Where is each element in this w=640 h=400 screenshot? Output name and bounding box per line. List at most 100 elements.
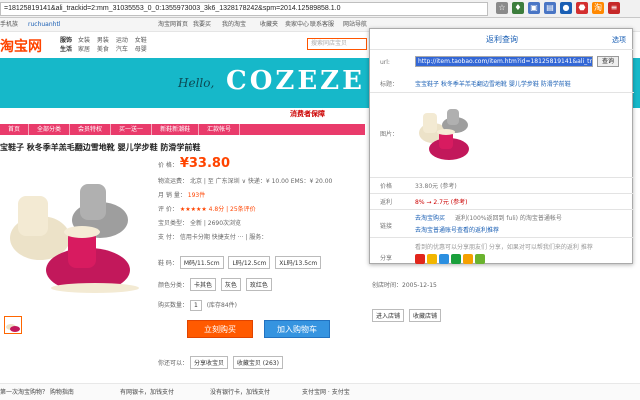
category-link[interactable]: 汽车 <box>116 46 128 53</box>
share-weibo-icon[interactable] <box>415 254 425 264</box>
color-option[interactable]: 灰色 <box>220 278 241 291</box>
rating-value[interactable]: ★★★★★ 4.8分 | 25条评价 <box>180 206 256 213</box>
buy-now-button[interactable]: 立刻购买 <box>187 320 253 338</box>
color-option[interactable]: 卡其色 <box>189 278 216 291</box>
category-link[interactable]: 母婴 <box>135 46 147 53</box>
guide-item[interactable]: 支付宝网 · 支付宝 <box>302 384 350 400</box>
address-bar[interactable]: =18125819141&ali_trackid=2:mm_31035553_0… <box>0 2 488 16</box>
category-link[interactable]: 美食 <box>97 46 109 53</box>
favorite-store-button[interactable]: 收藏店铺 <box>408 309 441 322</box>
popup-divider <box>370 92 634 93</box>
price-row: 价 格： ¥33.80 <box>158 156 230 171</box>
item-title-label: 标题： <box>380 81 399 88</box>
store-menu-item[interactable]: 买一送一 <box>111 124 153 135</box>
store-menu-item[interactable]: 全部分类 <box>29 124 71 135</box>
add-to-cart-button[interactable]: 加入购物车 <box>264 320 330 338</box>
category-link[interactable]: 男装 <box>97 37 109 44</box>
color-label: 颜色分类： <box>158 282 189 289</box>
category-link[interactable]: 女鞋 <box>135 37 147 44</box>
window-icon[interactable]: ▤ <box>544 2 556 14</box>
topnav-link-home[interactable]: 淘宝网首页 <box>158 18 188 32</box>
category-row: 服饰 女装 男装 运动 女鞋 <box>60 36 152 45</box>
guide-item[interactable]: 有网银卡，加钱支付 <box>120 384 174 400</box>
rebate-value: 8% → 2.7元 (参考) <box>415 199 468 206</box>
buy-on-taobao-link[interactable]: 去淘宝购买 <box>415 213 445 222</box>
rebate-popup: 返利查询 选项 url: http://item.taobao.com/item… <box>369 28 634 264</box>
product-thumbnail[interactable] <box>4 316 22 334</box>
item-title-link[interactable]: 宝宝鞋子 秋冬季羊羔毛翻边雪地靴 婴儿学步鞋 防滑学前鞋 <box>415 79 571 88</box>
store-buttons: 进入店铺 收藏店铺 <box>372 309 467 322</box>
store-menu-item[interactable]: 会员特权 <box>70 124 112 135</box>
product-image[interactable] <box>0 160 150 310</box>
cloud-icon[interactable]: ● <box>560 2 572 14</box>
topnav-link-buy[interactable]: 我要买 <box>193 18 211 32</box>
share-renren-icon[interactable] <box>451 254 461 264</box>
store-menu-item[interactable]: 汇款帐号 <box>199 124 241 135</box>
category-head: 生活 <box>60 46 73 53</box>
share-note: 看到的优惠可以分享朋友们 分享，如果对可以帮我们来的返利 推荐 <box>415 244 593 251</box>
store-search-input[interactable]: 搜索同店宝贝 <box>307 38 367 50</box>
options-link[interactable]: 选项 <box>612 35 626 45</box>
topnav-link-service[interactable]: 联系客服 <box>310 18 334 32</box>
guide-item[interactable]: 第一次淘宝购物？ 购物指南 <box>0 384 74 400</box>
category-grid: 服饰 女装 男装 运动 女鞋 生活 家居 美食 汽车 母婴 <box>60 36 152 54</box>
size-row: 鞋 码： M码/11.5cm L码/12.5cm XL码/13.5cm <box>158 256 324 269</box>
share-more-icon[interactable] <box>475 254 485 264</box>
share-qq-icon[interactable] <box>439 254 449 264</box>
shipping-value[interactable]: 北京 | 至 广东深圳 ∨ 快递：¥ 10.00 EMS：¥ 20.00 <box>190 178 332 185</box>
quantity-input[interactable]: 1 <box>189 300 202 311</box>
size-option[interactable]: XL码/13.5cm <box>275 256 322 269</box>
type-row: 宝贝类型： 全新 | 2690次浏览 <box>158 218 241 227</box>
abp-icon[interactable]: ⬣ <box>576 2 588 14</box>
category-link[interactable]: 运动 <box>116 37 128 44</box>
consumer-guarantee-badge[interactable]: 消费者保障 <box>290 109 325 119</box>
enter-store-button[interactable]: 进入店铺 <box>372 309 405 322</box>
store-since: 创店时间：2005-12-15 <box>372 282 437 289</box>
item-image[interactable] <box>415 97 473 167</box>
category-head: 服饰 <box>60 37 73 44</box>
price-label: 价 格： <box>158 162 178 169</box>
type-value: 全新 | 2690次浏览 <box>189 220 242 227</box>
product-title: 宝鞋子 秋冬季羊羔毛翻边雪地靴 婴儿学步鞋 防滑学前鞋 <box>0 143 201 152</box>
rating-label: 评 价： <box>158 206 178 213</box>
taobao-rebate-icon[interactable]: 淘 <box>592 2 604 14</box>
share-qzone-icon[interactable] <box>427 254 437 264</box>
screen-icon[interactable]: ▣ <box>528 2 540 14</box>
category-link[interactable]: 家居 <box>78 46 90 53</box>
share-label: 分享 <box>380 255 393 262</box>
size-label: 鞋 码： <box>158 260 178 267</box>
type-label: 宝贝类型： <box>158 220 189 227</box>
taobao-logo[interactable]: 淘宝网 <box>0 36 42 56</box>
boots-illustration <box>10 184 139 293</box>
quantity-label: 购买数量： <box>158 302 189 309</box>
mobile-link[interactable]: 手机族 <box>0 18 18 32</box>
banner-hello-text: Hello, <box>178 76 215 90</box>
extension-icon[interactable]: ♦ <box>512 2 524 14</box>
store-menu-item[interactable]: 新鞋新潮鞋 <box>152 124 200 135</box>
rebate-recommend-link[interactable]: 去淘宝普通账号查看的返利推荐 <box>415 225 499 234</box>
topnav-link-sitemap[interactable]: 网站导航 <box>343 18 367 32</box>
query-button[interactable]: 查询 <box>597 56 619 67</box>
share-buttons <box>415 254 485 264</box>
price-value: 33.80元 (参考) <box>415 183 457 190</box>
banner-brand-text: COZEZE <box>226 66 365 96</box>
payment-value: 信用卡分期 快捷支付 ··· | 服务： <box>179 234 268 241</box>
username-link[interactable]: ruchuanhtl <box>28 18 60 32</box>
store-menu-item[interactable]: 首页 <box>0 124 30 135</box>
wrench-icon[interactable]: ≡ <box>608 2 620 14</box>
topnav-link-favorites[interactable]: 收藏夹 <box>260 18 278 32</box>
color-option[interactable]: 玫红色 <box>245 278 272 291</box>
star-icon[interactable]: ☆ <box>496 2 508 14</box>
share-kaixin-icon[interactable] <box>463 254 473 264</box>
size-option[interactable]: M码/11.5cm <box>179 256 224 269</box>
topnav-link-mytaobao[interactable]: 我的淘宝 <box>222 18 246 32</box>
guide-item[interactable]: 没有银行卡，加钱支付 <box>210 384 270 400</box>
shipping-row: 物流运费： 北京 | 至 广东深圳 ∨ 快递：¥ 10.00 EMS：¥ 20.… <box>158 176 332 185</box>
favorite-item-button[interactable]: 收藏宝贝 (263) <box>232 356 283 369</box>
share-item-button[interactable]: 分享收宝贝 <box>189 356 228 369</box>
url-input[interactable]: http://item.taobao.com/item.htm?id=18125… <box>415 56 593 67</box>
size-option[interactable]: L码/12.5cm <box>228 256 271 269</box>
topnav-link-seller[interactable]: 卖家中心 <box>285 18 309 32</box>
category-link[interactable]: 女装 <box>78 37 90 44</box>
payment-row: 支 付： 信用卡分期 快捷支付 ··· | 服务： <box>158 232 267 241</box>
